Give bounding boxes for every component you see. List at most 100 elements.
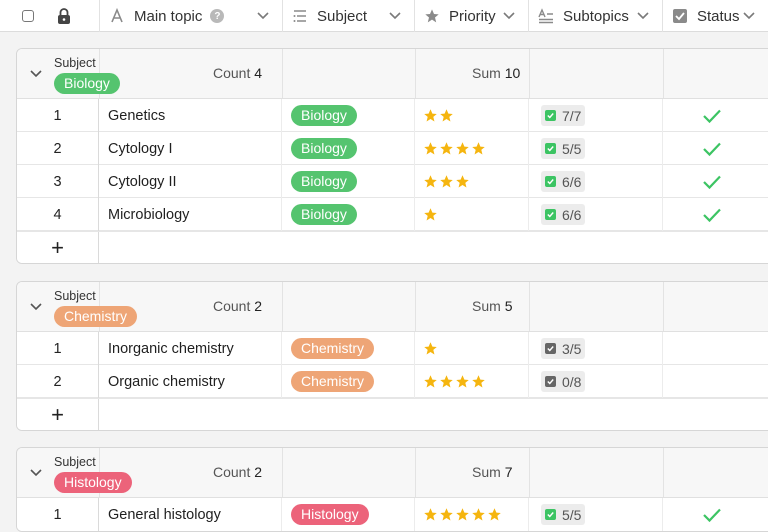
group-sum-label: Sum (472, 298, 501, 314)
chevron-down-icon[interactable] (636, 9, 650, 23)
subject-cell[interactable]: Histology (282, 498, 415, 531)
header-subject[interactable]: Subject (283, 0, 415, 32)
subtopics-cell[interactable]: 0/8 (529, 365, 663, 398)
subtopics-progress-chip: 6/6 (541, 171, 586, 192)
star-icon (424, 508, 437, 521)
main-topic-cell[interactable]: Microbiology (99, 198, 282, 231)
row-number: 1 (17, 498, 99, 531)
column-divider (663, 49, 664, 98)
chevron-down-icon[interactable] (502, 9, 516, 23)
add-record-button[interactable]: + (17, 232, 99, 263)
header-priority-label: Priority (449, 7, 496, 25)
priority-stars (423, 374, 486, 389)
table-row[interactable]: 2 Cytology I Biology 5/5 (17, 132, 768, 165)
group-sum-label: Sum (472, 65, 501, 81)
collapse-group-chevron-icon[interactable] (29, 67, 43, 81)
star-icon (440, 175, 453, 188)
table-row[interactable]: 4 Microbiology Biology 6/6 (17, 198, 768, 231)
main-topic-cell[interactable]: Inorganic chemistry (99, 332, 282, 365)
column-divider (415, 448, 416, 497)
collapse-group-chevron-icon[interactable] (29, 466, 43, 480)
priority-stars (423, 341, 438, 356)
subtopics-cell[interactable]: 6/6 (529, 198, 663, 231)
group-field-label: Subject (54, 56, 96, 70)
status-cell[interactable] (663, 132, 768, 165)
subtopics-cell[interactable]: 7/7 (529, 99, 663, 132)
subject-cell[interactable]: Biology (282, 132, 415, 165)
table-row[interactable]: 3 Cytology II Biology 6/6 (17, 165, 768, 198)
table-row[interactable]: 1 Inorganic chemistry Chemistry 3/5 (17, 332, 768, 365)
help-icon[interactable]: ? (210, 9, 225, 23)
priority-cell[interactable] (415, 332, 529, 365)
column-divider (663, 282, 664, 331)
checked-box-icon (545, 110, 556, 121)
header-priority[interactable]: Priority (415, 0, 529, 32)
column-divider (415, 49, 416, 98)
subject-tag: Biology (291, 105, 357, 126)
group-count: Count 2 (213, 464, 262, 480)
header-subtopics-label: Subtopics (563, 7, 629, 25)
group-count-value: 2 (254, 464, 263, 480)
subject-cell[interactable]: Biology (282, 165, 415, 198)
subject-cell[interactable]: Chemistry (282, 365, 415, 398)
priority-stars (423, 207, 438, 222)
chevron-down-icon[interactable] (742, 9, 756, 23)
subtopics-cell[interactable]: 6/6 (529, 165, 663, 198)
priority-cell[interactable] (415, 365, 529, 398)
chevron-down-icon[interactable] (388, 9, 402, 23)
checkmark-icon (703, 208, 721, 222)
header-status[interactable]: Status (663, 0, 768, 32)
group-sum-value: 5 (504, 298, 513, 314)
status-cell[interactable] (663, 99, 768, 132)
priority-cell[interactable] (415, 132, 529, 165)
group-field-label: Subject (54, 455, 96, 469)
table-row[interactable]: 1 General histology Histology 5/5 (17, 498, 768, 531)
group-priority-sum: Sum 7 (472, 464, 512, 480)
subject-cell[interactable]: Biology (282, 198, 415, 231)
star-icon (424, 342, 437, 355)
column-divider (529, 282, 530, 331)
formula-field-icon (537, 7, 555, 25)
subject-cell[interactable]: Biology (282, 99, 415, 132)
select-all-checkbox[interactable] (22, 10, 34, 22)
subtopics-progress-text: 6/6 (562, 206, 582, 223)
status-cell[interactable] (663, 365, 768, 398)
main-topic-cell[interactable]: Organic chemistry (99, 365, 282, 398)
subtopics-cell[interactable]: 3/5 (529, 332, 663, 365)
header-main-topic[interactable]: Main topic ? (100, 0, 283, 32)
priority-cell[interactable] (415, 99, 529, 132)
priority-cell[interactable] (415, 498, 529, 531)
main-topic-cell[interactable]: General histology (99, 498, 282, 531)
header-subtopics[interactable]: Subtopics (529, 0, 663, 32)
subject-tag: Biology (291, 171, 357, 192)
table-row[interactable]: 2 Organic chemistry Chemistry 0/8 (17, 365, 768, 398)
subject-tag: Chemistry (291, 371, 375, 392)
add-record-button[interactable]: + (17, 399, 99, 430)
main-topic-cell[interactable]: Cytology I (99, 132, 282, 165)
group-count: Count 2 (213, 298, 262, 314)
subject-cell[interactable]: Chemistry (282, 332, 415, 365)
star-icon (424, 375, 437, 388)
checked-box-icon (545, 209, 556, 220)
collapse-group-chevron-icon[interactable] (29, 300, 43, 314)
subtopics-cell[interactable]: 5/5 (529, 498, 663, 531)
status-cell[interactable] (663, 165, 768, 198)
status-cell[interactable] (663, 332, 768, 365)
priority-cell[interactable] (415, 198, 529, 231)
subtopics-progress-chip: 0/8 (541, 371, 586, 392)
add-record-row: + (17, 231, 768, 263)
column-header-bar: Main topic ? Subject Priority Subtopics (0, 0, 768, 32)
priority-cell[interactable] (415, 165, 529, 198)
main-topic-cell[interactable]: Cytology II (99, 165, 282, 198)
lock-icon[interactable] (56, 7, 72, 25)
group-subject-tag: Histology (54, 472, 132, 493)
table-row[interactable]: 1 Genetics Biology 7/7 (17, 99, 768, 132)
subject-tag: Biology (291, 204, 357, 225)
chevron-down-icon[interactable] (256, 9, 270, 23)
subtopics-progress-text: 5/5 (562, 140, 582, 157)
status-cell[interactable] (663, 198, 768, 231)
group-count: Count 4 (213, 65, 262, 81)
subtopics-cell[interactable]: 5/5 (529, 132, 663, 165)
status-cell[interactable] (663, 498, 768, 531)
main-topic-cell[interactable]: Genetics (99, 99, 282, 132)
